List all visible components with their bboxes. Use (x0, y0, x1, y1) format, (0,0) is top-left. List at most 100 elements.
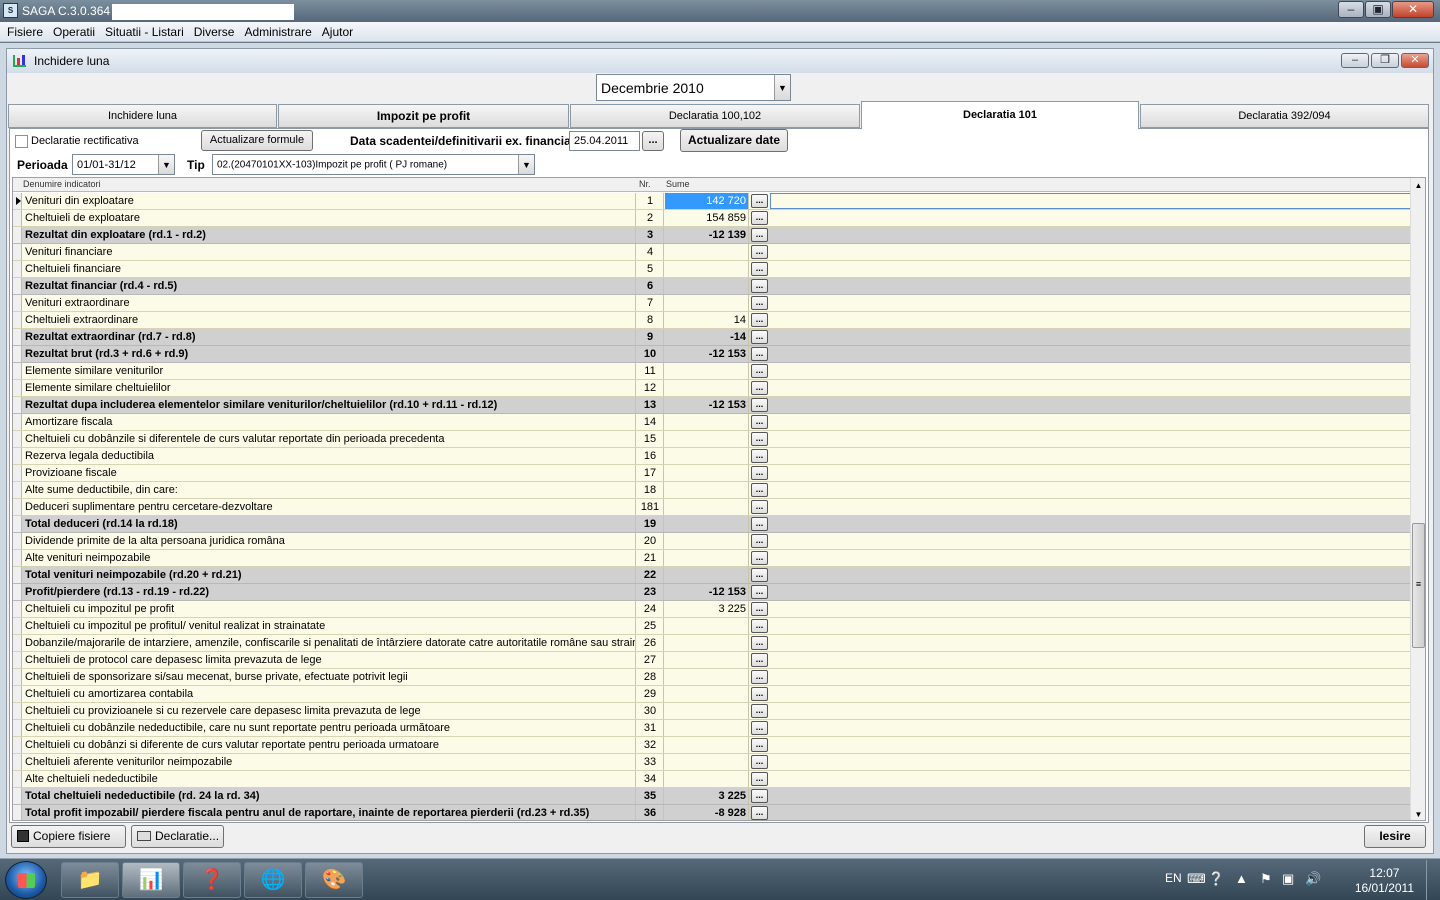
row-detail-button[interactable]: ... (751, 347, 768, 361)
table-row[interactable]: Venituri financiare 4... (13, 244, 1411, 261)
month-select[interactable]: Decembrie 2010 ▼ (596, 74, 791, 101)
minimize-button[interactable]: – (1338, 1, 1364, 18)
row-sum-cell[interactable] (665, 448, 749, 464)
table-row[interactable]: Alte cheltuieli nedeductibile 34... (13, 771, 1411, 788)
table-row[interactable]: Cheltuieli financiare 5... (13, 261, 1411, 278)
table-row[interactable]: Cheltuieli aferente veniturilor neimpoza… (13, 754, 1411, 771)
row-indicator[interactable] (13, 618, 22, 634)
row-detail-button[interactable]: ... (751, 466, 768, 480)
row-sum-cell[interactable] (665, 261, 749, 277)
row-indicator[interactable] (13, 669, 22, 685)
row-sum-cell[interactable]: 154 859 (665, 210, 749, 226)
paint-icon[interactable]: 🎨 (305, 862, 363, 898)
table-row[interactable]: Rezultat extraordinar (rd.7 - rd.8) 9 -14.… (13, 329, 1411, 346)
row-detail-button[interactable]: ... (751, 687, 768, 701)
help-icon[interactable]: ❔ (1208, 871, 1224, 887)
child-close-button[interactable]: ✕ (1401, 53, 1429, 68)
row-indicator[interactable] (13, 737, 22, 753)
table-row[interactable]: Elemente similare cheltuielilor 12... (13, 380, 1411, 397)
table-row[interactable]: Provizioane fiscale 17... (13, 465, 1411, 482)
row-detail-button[interactable]: ... (751, 772, 768, 786)
table-row[interactable]: Cheltuieli cu dobânzile nedeductibile, c… (13, 720, 1411, 737)
row-sum-cell[interactable]: 14 (665, 312, 749, 328)
menu-administrare[interactable]: Administrare (244, 22, 311, 42)
row-indicator[interactable] (13, 482, 22, 498)
row-detail-button[interactable]: ... (751, 279, 768, 293)
row-indicator[interactable] (13, 465, 22, 481)
table-row[interactable]: Alte sume deductibile, din care: 18... (13, 482, 1411, 499)
row-detail-button[interactable]: ... (751, 364, 768, 378)
row-sum-cell[interactable] (665, 465, 749, 481)
child-restore-button[interactable]: ❐ (1371, 53, 1399, 68)
row-detail-button[interactable]: ... (751, 330, 768, 344)
clock[interactable]: 12:07 16/01/2011 (1355, 866, 1414, 896)
grid-vertical-scrollbar[interactable]: ▲ ≡ ▼ (1410, 178, 1425, 820)
table-row[interactable]: Amortizare fiscala 14... (13, 414, 1411, 431)
table-row[interactable]: Total deduceri (rd.14 la rd.18) 19... (13, 516, 1411, 533)
row-sum-cell[interactable] (665, 652, 749, 668)
row-detail-button[interactable]: ... (751, 500, 768, 514)
actualizare-date-button[interactable]: Actualizare date (680, 129, 788, 152)
table-row[interactable]: Deduceri suplimentare pentru cercetare-d… (13, 499, 1411, 516)
scroll-thumb[interactable]: ≡ (1412, 523, 1425, 648)
row-detail-button[interactable]: ... (751, 245, 768, 259)
menu-fisiere[interactable]: Fisiere (7, 22, 43, 42)
copiere-fisiere-button[interactable]: Copiere fisiere (11, 825, 126, 848)
row-detail-button[interactable]: ... (751, 738, 768, 752)
row-sum-cell[interactable] (665, 635, 749, 651)
row-indicator[interactable] (13, 244, 22, 260)
row-detail-button[interactable]: ... (751, 534, 768, 548)
saga-taskbar-icon[interactable]: 📊 (122, 862, 180, 898)
row-detail-button[interactable]: ... (751, 194, 768, 208)
row-detail-button[interactable]: ... (751, 415, 768, 429)
row-indicator[interactable] (13, 788, 22, 804)
show-desktop-button[interactable] (1426, 860, 1440, 900)
row-indicator[interactable] (13, 550, 22, 566)
row-sum-cell[interactable] (665, 278, 749, 294)
row-sum-cell[interactable]: 142 720 (665, 193, 749, 209)
row-indicator[interactable] (13, 601, 22, 617)
tab-inchidere-luna[interactable]: Inchidere luna (8, 104, 277, 128)
table-row[interactable]: Cheltuieli de sponsorizare si/sau mecena… (13, 669, 1411, 686)
table-row[interactable]: Cheltuieli extraordinare 8 14... (13, 312, 1411, 329)
row-sum-cell[interactable]: -12 139 (665, 227, 749, 243)
row-detail-button[interactable]: ... (751, 551, 768, 565)
row-detail-button[interactable]: ... (751, 653, 768, 667)
rectificativa-checkbox[interactable] (15, 135, 28, 148)
chevron-down-icon[interactable]: ▼ (518, 155, 534, 174)
menu-situatii-listari[interactable]: Situatii - Listari (105, 22, 184, 42)
row-sum-cell[interactable] (665, 618, 749, 634)
row-detail-button[interactable]: ... (751, 398, 768, 412)
row-indicator[interactable] (13, 193, 22, 209)
language-indicator[interactable]: EN (1165, 871, 1182, 885)
chevron-down-icon[interactable]: ▼ (774, 75, 790, 100)
table-row[interactable]: Cheltuieli cu impozitul pe profitul/ ven… (13, 618, 1411, 635)
row-detail-button[interactable]: ... (751, 602, 768, 616)
table-row[interactable]: Venituri din exploatare 1 142 720... (13, 193, 1411, 210)
row-sum-cell[interactable] (665, 363, 749, 379)
row-sum-cell[interactable]: 3 225 (665, 788, 749, 804)
row-indicator[interactable] (13, 754, 22, 770)
row-detail-button[interactable]: ... (751, 313, 768, 327)
row-detail-button[interactable]: ... (751, 585, 768, 599)
flag-icon[interactable]: ⚑ (1260, 871, 1272, 887)
row-indicator[interactable] (13, 720, 22, 736)
row-sum-cell[interactable] (665, 516, 749, 532)
row-sum-cell[interactable] (665, 550, 749, 566)
table-row[interactable]: Cheltuieli cu dobânzi si diferente de cu… (13, 737, 1411, 754)
row-indicator[interactable] (13, 703, 22, 719)
row-indicator[interactable] (13, 431, 22, 447)
row-sum-cell[interactable] (665, 431, 749, 447)
row-sum-cell[interactable] (665, 771, 749, 787)
row-indicator[interactable] (13, 227, 22, 243)
row-sum-cell[interactable] (665, 482, 749, 498)
row-sum-cell[interactable] (665, 533, 749, 549)
row-sum-cell[interactable] (665, 720, 749, 736)
row-indicator[interactable] (13, 686, 22, 702)
row-indicator[interactable] (13, 567, 22, 583)
row-sum-cell[interactable] (665, 380, 749, 396)
row-indicator[interactable] (13, 805, 22, 820)
tab-declaratia-392-094[interactable]: Declaratia 392/094 (1140, 104, 1429, 128)
row-indicator[interactable] (13, 771, 22, 787)
maximize-button[interactable]: ▣ (1365, 1, 1391, 18)
